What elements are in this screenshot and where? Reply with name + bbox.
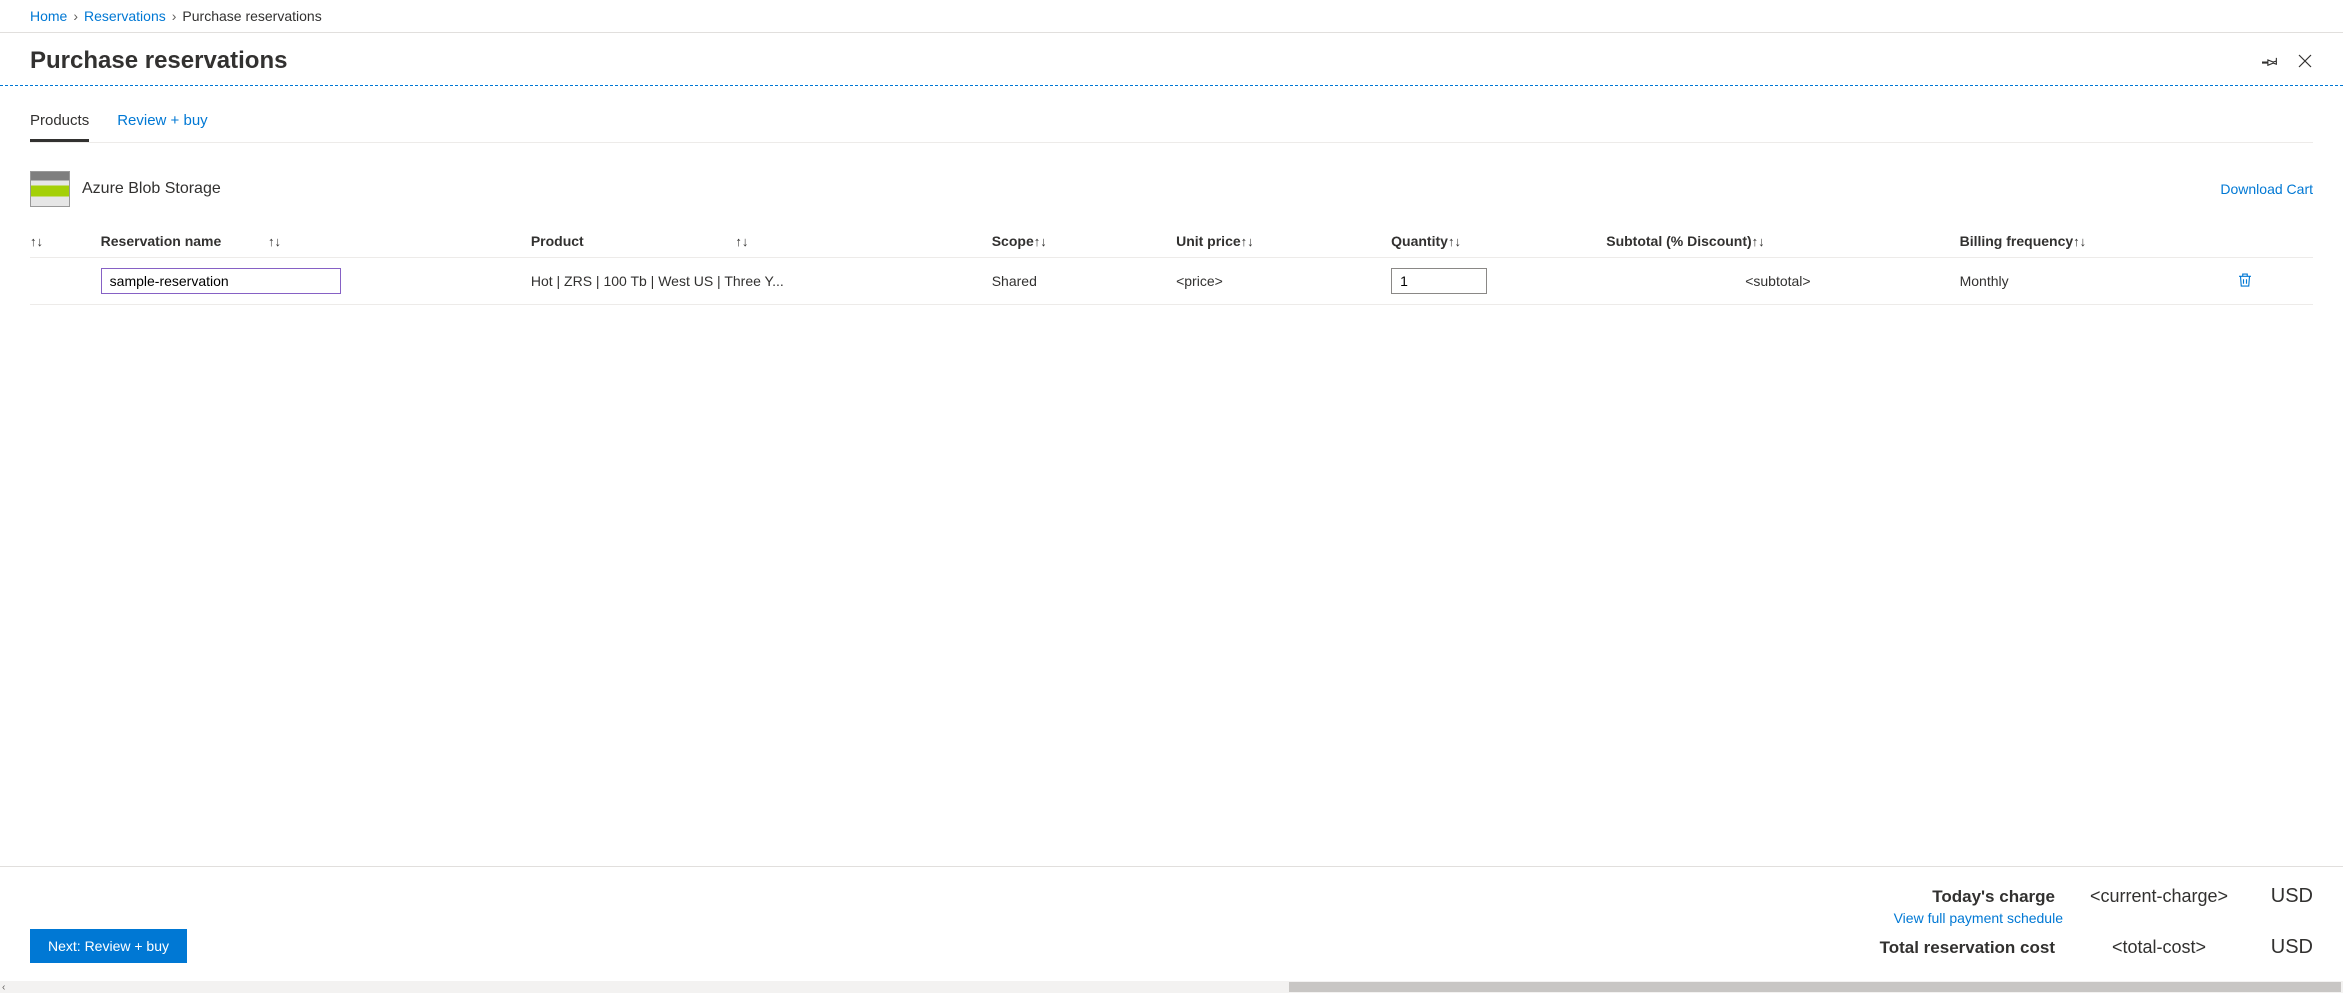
col-reservation-name: Reservation name [101, 233, 222, 249]
download-cart-link[interactable]: Download Cart [2220, 181, 2313, 197]
currency-label: USD [2263, 936, 2313, 959]
cell-product: Hot | ZRS | 100 Tb | West US | Three Y..… [531, 258, 992, 305]
product-section-title: Azure Blob Storage [82, 180, 221, 198]
todays-charge-value: <current-charge> [2079, 886, 2239, 907]
todays-charge-label: Today's charge [1845, 887, 2055, 907]
sort-icon[interactable]: ↑↓ [2073, 234, 2086, 249]
cell-unit-price: <price> [1176, 258, 1391, 305]
currency-label: USD [2263, 885, 2313, 908]
sort-icon[interactable]: ↑↓ [1241, 234, 1254, 249]
horizontal-scrollbar[interactable]: ‹› [0, 981, 2343, 993]
chevron-right-icon: › [73, 8, 78, 24]
col-unit-price: Unit price [1176, 233, 1241, 249]
col-subtotal: Subtotal (% Discount) [1606, 233, 1751, 249]
cell-subtotal: <subtotal> [1606, 258, 1959, 305]
sort-icon[interactable]: ↑↓ [1752, 234, 1765, 249]
reservations-table: ↑↓ Reservation name ↑↓ Product ↑↓ Scope↑… [30, 225, 2313, 305]
cell-billing: Monthly [1960, 258, 2237, 305]
reservation-name-input[interactable] [101, 268, 341, 294]
total-cost-value: <total-cost> [2079, 937, 2239, 958]
sort-icon[interactable]: ↑↓ [1448, 234, 1461, 249]
pin-icon[interactable] [2261, 52, 2279, 70]
breadcrumb-current: Purchase reservations [182, 8, 321, 24]
cell-scope: Shared [992, 258, 1176, 305]
view-payment-schedule-link[interactable]: View full payment schedule [1845, 910, 2063, 926]
breadcrumb: Home › Reservations › Purchase reservati… [0, 0, 2343, 33]
tab-review-buy[interactable]: Review + buy [117, 106, 207, 142]
sort-icon[interactable]: ↑↓ [268, 234, 281, 249]
col-scope: Scope [992, 233, 1034, 249]
chevron-right-icon: › [172, 8, 177, 24]
page-title: Purchase reservations [30, 47, 287, 75]
sort-icon[interactable]: ↑↓ [1034, 234, 1047, 249]
close-icon[interactable] [2297, 53, 2313, 69]
table-row: Hot | ZRS | 100 Tb | West US | Three Y..… [30, 258, 2313, 305]
col-billing: Billing frequency [1960, 233, 2074, 249]
tab-products[interactable]: Products [30, 106, 89, 142]
breadcrumb-reservations[interactable]: Reservations [84, 8, 166, 24]
delete-icon[interactable] [2236, 276, 2254, 292]
sort-icon[interactable]: ↑↓ [30, 234, 43, 249]
tabs: Products Review + buy [30, 106, 2313, 143]
page-header: Purchase reservations [0, 33, 2343, 86]
col-quantity: Quantity [1391, 233, 1448, 249]
col-product: Product [531, 233, 584, 249]
quantity-input[interactable] [1391, 268, 1487, 294]
storage-icon [30, 171, 70, 207]
next-review-buy-button[interactable]: Next: Review + buy [30, 929, 187, 963]
breadcrumb-home[interactable]: Home [30, 8, 67, 24]
total-cost-label: Total reservation cost [1845, 938, 2055, 958]
footer: Next: Review + buy Today's charge <curre… [0, 866, 2343, 981]
sort-icon[interactable]: ↑↓ [735, 234, 748, 249]
